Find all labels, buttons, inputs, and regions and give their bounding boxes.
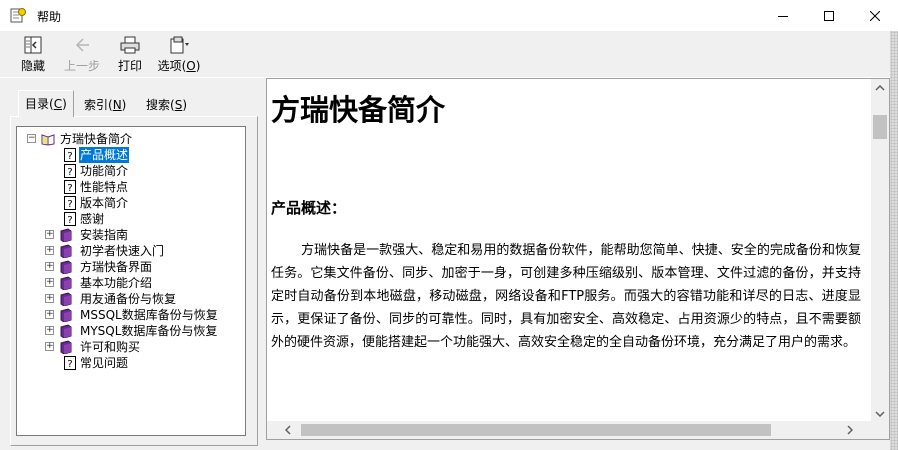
book-icon bbox=[60, 244, 72, 258]
toolbar: 隐藏 上一步 打印 选项(O) bbox=[0, 31, 890, 78]
options-icon bbox=[170, 36, 189, 54]
vertical-scrollbar[interactable] bbox=[871, 79, 889, 423]
title-bar: 帮助 bbox=[0, 0, 898, 31]
hide-pane-icon bbox=[24, 36, 42, 54]
svg-text:?: ? bbox=[67, 183, 72, 194]
minimize-icon bbox=[778, 15, 788, 17]
expand-icon[interactable]: + bbox=[45, 230, 54, 239]
expand-icon[interactable]: + bbox=[45, 278, 54, 287]
book-icon bbox=[60, 308, 72, 322]
hide-button[interactable]: 隐藏 bbox=[18, 33, 48, 75]
topic-paragraph: 方瑞快备是一款强大、稳定和易用的数据备份软件，能帮助您简单、快捷、安全的完成备份… bbox=[271, 243, 861, 350]
nav-tabs: 目录(C) 索引(N) 搜索(S) bbox=[10, 90, 258, 117]
expand-icon[interactable]: + bbox=[45, 246, 54, 255]
svg-text:?: ? bbox=[67, 215, 72, 226]
book-icon bbox=[60, 340, 72, 354]
back-arrow-icon bbox=[75, 38, 89, 52]
help-page-icon: ? bbox=[64, 180, 76, 194]
tab-search[interactable]: 搜索(S) bbox=[140, 94, 193, 116]
book-icon bbox=[60, 292, 72, 306]
expand-icon[interactable]: + bbox=[45, 310, 54, 319]
expand-icon[interactable]: + bbox=[45, 342, 54, 351]
close-button[interactable] bbox=[852, 0, 898, 31]
maximize-icon bbox=[824, 10, 834, 21]
horizontal-scroll-thumb[interactable] bbox=[301, 424, 771, 436]
navigation-pane: 目录(C) 索引(N) 搜索(S) − 方瑞快备简介 ? 产品概述 ? 功能简介… bbox=[10, 78, 258, 446]
back-button[interactable]: 上一步 bbox=[62, 33, 102, 75]
help-page-icon: ? bbox=[64, 196, 76, 210]
collapse-icon[interactable]: − bbox=[27, 134, 36, 143]
back-label: 上一步 bbox=[63, 59, 100, 73]
scroll-right-icon[interactable] bbox=[841, 421, 859, 439]
scrollbar-corner bbox=[871, 421, 889, 439]
pane-splitter[interactable] bbox=[258, 78, 266, 450]
options-button[interactable]: 选项(O) bbox=[156, 33, 202, 75]
contents-panel: − 方瑞快备简介 ? 产品概述 ? 功能简介 ? 性能特点 ? 版本简介 ? 感… bbox=[10, 116, 258, 446]
tab-index[interactable]: 索引(N) bbox=[78, 94, 132, 116]
vertical-scroll-thumb[interactable] bbox=[873, 115, 887, 139]
hide-label: 隐藏 bbox=[20, 59, 45, 73]
help-page-icon: ? bbox=[64, 212, 76, 226]
scroll-left-icon[interactable] bbox=[279, 421, 297, 439]
svg-text:?: ? bbox=[67, 359, 72, 370]
help-page-icon: ? bbox=[64, 356, 76, 370]
topic-title: 方瑞快备简介 bbox=[271, 93, 446, 127]
book-icon bbox=[60, 324, 72, 338]
contents-tree: − 方瑞快备简介 ? 产品概述 ? 功能简介 ? 性能特点 ? 版本简介 ? 感… bbox=[16, 126, 246, 436]
expand-icon[interactable]: + bbox=[45, 294, 54, 303]
print-label: 打印 bbox=[117, 59, 142, 73]
options-label: 选项(O) bbox=[157, 59, 201, 73]
svg-text:?: ? bbox=[67, 167, 72, 178]
book-icon bbox=[60, 260, 72, 274]
maximize-button[interactable] bbox=[806, 0, 852, 31]
svg-text:?: ? bbox=[67, 199, 72, 210]
section-heading: 产品概述： bbox=[271, 199, 347, 217]
help-page-icon: ? bbox=[64, 164, 76, 178]
close-icon bbox=[870, 10, 880, 21]
book-icon bbox=[60, 228, 72, 242]
expand-icon[interactable]: + bbox=[45, 326, 54, 335]
horizontal-scrollbar[interactable] bbox=[267, 421, 871, 439]
window-edge bbox=[890, 31, 898, 450]
topic-content-pane: 方瑞快备简介 产品概述： 方瑞快备是一款强大、稳定和易用的数据备份软件，能帮助您… bbox=[266, 78, 890, 440]
open-book-icon bbox=[41, 134, 55, 146]
help-app-icon bbox=[10, 8, 26, 23]
print-button[interactable]: 打印 bbox=[116, 33, 144, 75]
topic-document: 方瑞快备简介 产品概述： 方瑞快备是一款强大、稳定和易用的数据备份软件，能帮助您… bbox=[271, 87, 861, 350]
tab-contents[interactable]: 目录(C) bbox=[18, 90, 74, 117]
printer-icon bbox=[120, 36, 140, 54]
window-title: 帮助 bbox=[37, 10, 62, 24]
svg-text:?: ? bbox=[67, 151, 72, 162]
expand-icon[interactable]: + bbox=[45, 262, 54, 271]
minimize-button[interactable] bbox=[760, 0, 806, 31]
book-icon bbox=[60, 276, 72, 290]
scroll-up-icon[interactable] bbox=[871, 79, 889, 97]
help-page-icon: ? bbox=[64, 148, 76, 162]
